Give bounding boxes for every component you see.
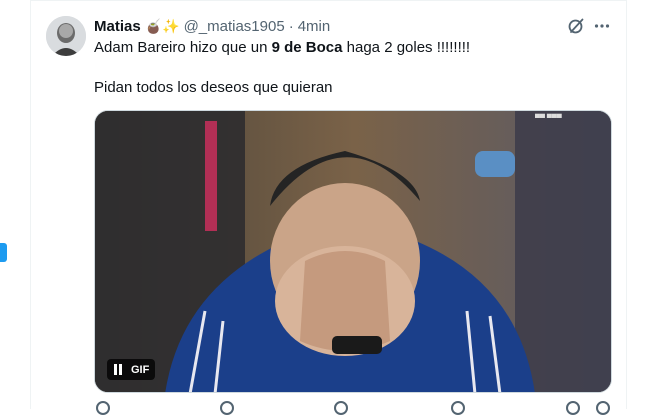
tweet-header: Matias 🧉✨ @_matias1905 · 4min	[94, 16, 330, 36]
reply-icon[interactable]	[96, 401, 110, 415]
more-icon	[594, 24, 610, 28]
timeline-right-border	[626, 0, 627, 409]
separator-dot: ·	[288, 17, 294, 35]
tweet-text-part: haga 2 goles !!!!!!!!	[342, 39, 471, 56]
author-handle[interactable]: @_matias1905	[184, 18, 285, 35]
tweet-text: Adam Bareiro hizo que un 9 de Boca haga …	[94, 38, 614, 98]
share-icon[interactable]	[596, 401, 610, 415]
tweet-text-part: Adam Bareiro hizo que un	[94, 39, 272, 56]
new-posts-indicator[interactable]	[0, 243, 7, 262]
timestamp[interactable]: 4min	[298, 18, 331, 35]
pause-icon[interactable]	[113, 364, 123, 375]
tweet-text-line-1: Adam Bareiro hizo que un 9 de Boca haga …	[94, 38, 614, 58]
timeline-left-border	[30, 0, 31, 409]
author-name[interactable]: Matias	[94, 18, 141, 35]
avatar[interactable]	[46, 16, 86, 56]
tweet-text-line-2: Pidan todos los deseos que quieran	[94, 79, 333, 96]
gif-media[interactable]: ▀▀ ▀▀▀ GIF	[94, 110, 612, 393]
tweet-text-bold: 9 de Boca	[271, 39, 343, 56]
svg-text:▀▀ ▀▀▀: ▀▀ ▀▀▀	[535, 113, 562, 122]
timeline-top-border	[30, 0, 627, 1]
grok-icon	[568, 18, 584, 34]
grok-button[interactable]	[566, 16, 586, 36]
author-emojis: 🧉✨	[144, 17, 180, 34]
like-icon[interactable]	[334, 401, 348, 415]
gif-badge: GIF	[131, 363, 150, 376]
bookmark-icon[interactable]	[566, 401, 580, 415]
gif-controls: GIF	[107, 359, 156, 380]
views-icon[interactable]	[451, 401, 465, 415]
repost-icon[interactable]	[220, 401, 234, 415]
more-button[interactable]	[592, 16, 612, 36]
tweet-actions	[94, 401, 614, 415]
gif-frame: ▀▀ ▀▀▀	[95, 111, 611, 392]
